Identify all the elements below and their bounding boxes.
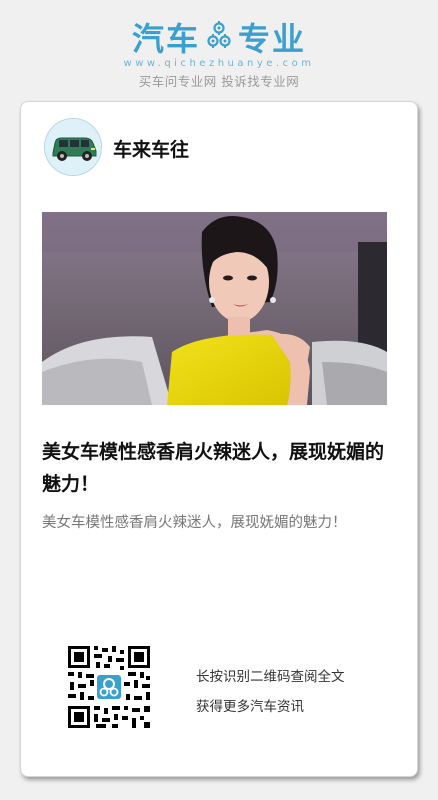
qr-code-icon[interactable] (68, 646, 150, 728)
brand-logo: 汽车 专业 (0, 16, 438, 58)
brand-header: 汽车 专业 www.qichezhuanye.com 买车问专业网 投诉找专业网 (0, 16, 438, 90)
article-summary: 美女车模性感香肩火辣迷人，展现妩媚的魅力！ (42, 515, 347, 531)
brand-name-right: 专业 (238, 20, 307, 58)
author-avatar[interactable] (44, 118, 102, 176)
author-name[interactable]: 车来车往 (113, 135, 189, 162)
green-car-avatar-icon (45, 119, 101, 175)
article-headline[interactable]: 美女车模性感香肩火辣迷人，展现妩媚的魅力！ (42, 436, 398, 500)
brand-url[interactable]: www.qichezhuanye.com (0, 58, 438, 69)
article-photo[interactable] (42, 212, 387, 405)
photo-model-yellow-dress-icon (42, 212, 387, 405)
qr-promo-text: 获得更多汽车资讯 (196, 699, 304, 715)
qr-instruction-text: 长按识别二维码查阅全文 (196, 669, 345, 685)
brand-slogan: 买车问专业网 投诉找专业网 (138, 74, 300, 89)
brand-name-left: 汽车 (131, 20, 200, 58)
article-card: 车来车往 美女车模性感香肩火辣迷人，展现妩媚的魅力！ 美女车模性感香肩火辣迷人，… (20, 101, 418, 777)
gear-icon (206, 20, 232, 54)
qr-code-graphic (68, 646, 150, 728)
